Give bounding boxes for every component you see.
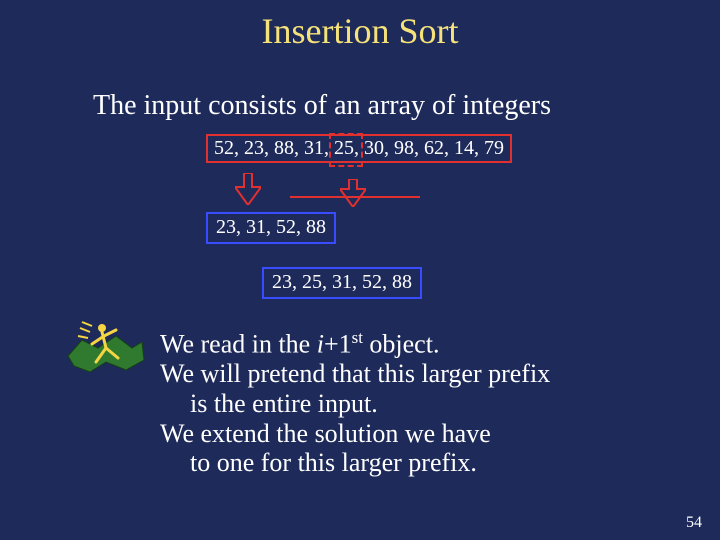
text-fragment: We read in the [160, 330, 317, 359]
body-text: We read in the i+1st object. We will pre… [160, 328, 550, 478]
body-line-1: We read in the i+1st object. [160, 328, 550, 359]
connector-line [290, 196, 420, 198]
sorted-result-box: 23, 25, 31, 52, 88 [262, 267, 422, 299]
body-line-3: is the entire input. [160, 389, 550, 419]
text-fragment: object. [363, 330, 440, 359]
body-line-4: We extend the solution we have [160, 419, 550, 449]
body-line-2: We will pretend that this larger prefix [160, 359, 550, 389]
page-number: 54 [686, 514, 702, 532]
arrows-row [220, 173, 480, 213]
running-figure-icon [62, 318, 148, 376]
down-arrow-icon [340, 179, 366, 207]
current-element-highlight [329, 133, 363, 167]
sorted-prefix-box: 23, 31, 52, 88 [206, 212, 336, 244]
text-fragment: +1 [324, 330, 352, 359]
slide-subtitle: The input consists of an array of intege… [93, 90, 551, 122]
ordinal-superscript: st [352, 328, 363, 347]
down-arrow-icon [235, 173, 261, 205]
slide-title: Insertion Sort [0, 10, 720, 52]
slide: Insertion Sort The input consists of an … [0, 0, 720, 540]
body-line-5: to one for this larger prefix. [160, 448, 550, 478]
variable-i: i [317, 330, 324, 359]
